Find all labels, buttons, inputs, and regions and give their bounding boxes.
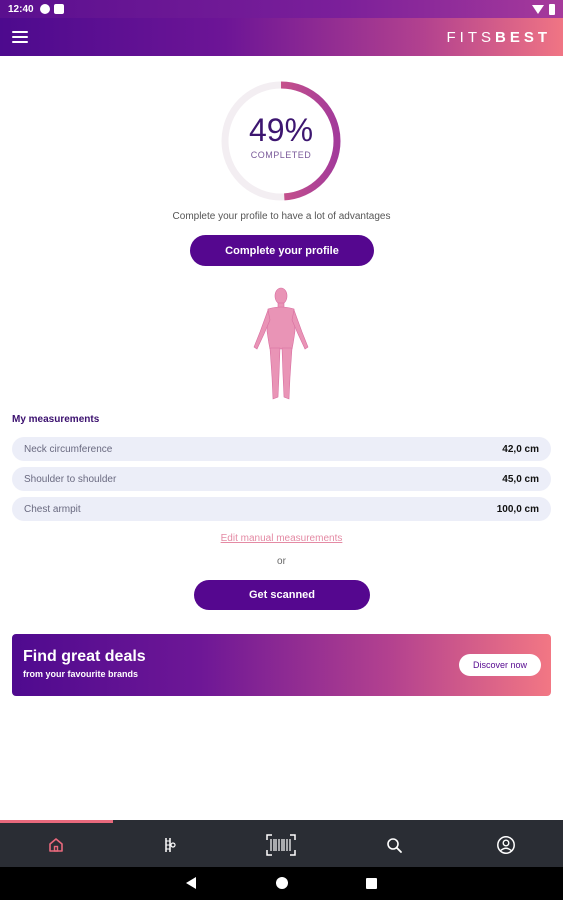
menu-icon[interactable] (12, 31, 28, 43)
measurements-title: My measurements (12, 414, 100, 425)
status-indicators (532, 3, 555, 15)
nav-scan[interactable] (225, 823, 337, 867)
progress-completed-label: COMPLETED (250, 150, 312, 160)
brand-light: FITS (446, 28, 495, 46)
nav-home[interactable] (0, 823, 112, 867)
edit-measurements-link[interactable]: Edit manual measurements (0, 533, 563, 544)
status-bar: 12:40 (0, 0, 563, 18)
nav-search[interactable] (338, 823, 450, 867)
home-icon (49, 838, 63, 852)
measurement-row[interactable]: Neck circumference 42,0 cm (12, 437, 551, 461)
bottom-navigation (0, 820, 563, 867)
measurement-row[interactable]: Chest armpit 100,0 cm (12, 497, 551, 521)
scan-icon (266, 834, 296, 856)
profile-icon (497, 836, 515, 854)
tailor-icon (165, 838, 176, 852)
nav-profile[interactable] (450, 823, 562, 867)
battery-icon (549, 3, 555, 15)
body-figure-illustration (253, 287, 309, 400)
measurement-row[interactable]: Shoulder to shoulder 45,0 cm (12, 467, 551, 491)
nav-tailor[interactable] (113, 823, 225, 867)
search-icon (387, 838, 402, 853)
system-navigation-bar (0, 867, 563, 900)
measurement-value: 100,0 cm (496, 503, 539, 515)
measurement-label: Neck circumference (24, 443, 113, 455)
discover-now-button[interactable]: Discover now (459, 654, 541, 676)
status-time: 12:40 (8, 3, 34, 15)
sim-icon (53, 4, 64, 14)
deals-subtitle: from your favourite brands (23, 669, 139, 679)
brand-bold: BEST (494, 28, 551, 46)
brand-logo: FITSBEST (446, 29, 551, 46)
measurement-value: 42,0 cm (502, 443, 539, 455)
measurement-value: 45,0 cm (502, 473, 539, 485)
profile-progress-ring: 49% COMPLETED (219, 79, 343, 203)
progress-percent: 49% (248, 112, 314, 148)
measurement-label: Chest armpit (24, 503, 81, 515)
deals-title: Find great deals (23, 648, 146, 665)
complete-profile-button[interactable]: Complete your profile (190, 235, 374, 266)
profile-hint: Complete your profile to have a lot of a… (172, 211, 391, 222)
back-icon[interactable] (186, 877, 196, 889)
or-separator: or (277, 556, 286, 567)
app-bar: FITSBEST (0, 18, 563, 56)
deals-banner[interactable]: Find great deals from your favourite bra… (12, 634, 551, 696)
get-scanned-button[interactable]: Get scanned (194, 580, 370, 610)
notification-icon (39, 4, 50, 14)
home-circle-icon[interactable] (276, 877, 288, 889)
measurement-label: Shoulder to shoulder (24, 473, 117, 485)
app-screen: 12:40 FITSBEST 49% COMPLETED Complete yo… (0, 0, 563, 900)
wifi-icon (532, 4, 544, 14)
recent-apps-icon[interactable] (366, 878, 377, 889)
